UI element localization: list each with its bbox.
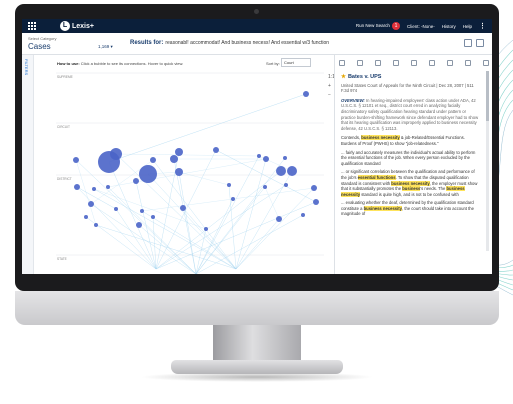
sort-label: Sort by:: [266, 61, 280, 66]
close-icon[interactable]: [339, 60, 345, 66]
case-bubble[interactable]: [276, 216, 282, 222]
document-preview-panel: ★ Bates v. UPS United States Court of App…: [334, 55, 492, 274]
document-toolbar: [339, 59, 489, 67]
case-bubble[interactable]: [263, 185, 267, 189]
case-bubble[interactable]: [276, 166, 286, 176]
monitor-chin: [15, 291, 499, 325]
case-bubble[interactable]: [175, 148, 183, 156]
citation-bubble-graph[interactable]: SUPREME CIRCUIT DISTRICT STATE: [56, 69, 324, 274]
citation-edge: [93, 188, 207, 230]
case-bubble[interactable]: [227, 183, 231, 187]
document-text: ★ Bates v. UPS United States Court of App…: [341, 74, 481, 220]
citation-edge: [195, 214, 304, 274]
citation-edge: [107, 186, 197, 274]
case-bubble[interactable]: [313, 199, 319, 205]
case-bubble[interactable]: [284, 183, 288, 187]
case-bubble[interactable]: [213, 147, 219, 153]
citation-edge: [264, 186, 280, 220]
case-bubble[interactable]: [106, 185, 110, 189]
case-bubble[interactable]: [151, 215, 155, 219]
search-icon[interactable]: [447, 60, 453, 66]
how-to-use: How to use: Click a bubble to see its co…: [57, 61, 184, 66]
citation-edge: [115, 208, 157, 270]
case-bubble[interactable]: [136, 222, 142, 228]
case-overview: OVERVIEW: In hearing-impaired employees'…: [341, 97, 479, 131]
citation-edge: [155, 151, 180, 270]
excerpt-1: Contends, business necessity & job-Relat…: [341, 135, 465, 146]
case-bubble[interactable]: [84, 215, 88, 219]
case-bubble[interactable]: [150, 157, 156, 163]
excerpt-2: ... fairly and accurately measures the i…: [341, 149, 476, 166]
case-bubble[interactable]: [257, 154, 261, 158]
case-bubble[interactable]: [263, 156, 269, 162]
download-icon[interactable]: [429, 60, 435, 66]
tier-label: SUPREME: [57, 75, 73, 79]
citation-edge: [141, 198, 234, 212]
case-bubble[interactable]: [88, 201, 94, 207]
list-icon[interactable]: [465, 60, 471, 66]
monitor-stand-base: [171, 360, 343, 374]
email-icon[interactable]: [411, 60, 417, 66]
citation-edge: [195, 198, 234, 274]
case-bubble[interactable]: [180, 205, 186, 211]
citation-edge: [235, 187, 315, 270]
star-icon[interactable]: ★: [341, 74, 346, 80]
sort-dropdown[interactable]: Court: [281, 58, 311, 67]
citation-edge: [107, 158, 267, 188]
case-bubble[interactable]: [133, 178, 139, 184]
case-bubble[interactable]: [170, 155, 178, 163]
copy-icon[interactable]: [375, 60, 381, 66]
screen-content: How to use: Click a bubble to see its co…: [22, 19, 492, 274]
camera-dot: [254, 9, 259, 14]
case-bubble[interactable]: [94, 223, 98, 227]
citation-edge: [235, 158, 267, 270]
document-scrollbar[interactable]: [486, 71, 489, 251]
print-icon[interactable]: [393, 60, 399, 66]
case-bubble[interactable]: [175, 168, 183, 176]
citation-edge: [115, 153, 260, 157]
case-bubble[interactable]: [74, 184, 80, 190]
case-bubble[interactable]: [114, 207, 118, 211]
citation-edge: [75, 159, 197, 274]
monitor-stand-neck: [213, 325, 301, 363]
excerpt-3: ... or significant correlation between t…: [341, 169, 478, 197]
case-bubble[interactable]: [287, 166, 297, 176]
citation-edge: [195, 157, 286, 274]
expand-icon[interactable]: [483, 60, 489, 66]
tier-label: STATE: [57, 257, 67, 261]
citation-edge: [182, 207, 237, 270]
citation-edge: [108, 93, 307, 163]
case-bubble[interactable]: [73, 157, 79, 163]
case-bubble[interactable]: [139, 165, 157, 183]
case-bubble[interactable]: [92, 187, 96, 191]
tier-label: DISTRICT: [57, 177, 72, 181]
citation-edge: [232, 187, 315, 200]
tier-label: CIRCUIT: [57, 125, 70, 129]
scroll-thumb[interactable]: [486, 71, 489, 121]
case-bubble[interactable]: [98, 151, 120, 173]
case-bubble[interactable]: [204, 227, 208, 231]
folder-icon[interactable]: [357, 60, 363, 66]
case-bubble[interactable]: [311, 185, 317, 191]
case-bubble[interactable]: [231, 197, 235, 201]
citation-edge: [155, 201, 317, 270]
citation-edge: [195, 155, 260, 274]
case-bubble[interactable]: [301, 213, 305, 217]
citation-edge: [76, 186, 157, 270]
excerpt-4: ... evaluating whether the deaf, determi…: [341, 200, 474, 217]
case-bubble[interactable]: [140, 209, 144, 213]
case-bubble[interactable]: [283, 156, 287, 160]
case-title[interactable]: ★ Bates v. UPS: [341, 74, 481, 81]
case-court-citation: United States Court of Appeals for the N…: [341, 82, 474, 94]
citation-edge: [155, 170, 282, 270]
case-bubble[interactable]: [303, 91, 309, 97]
